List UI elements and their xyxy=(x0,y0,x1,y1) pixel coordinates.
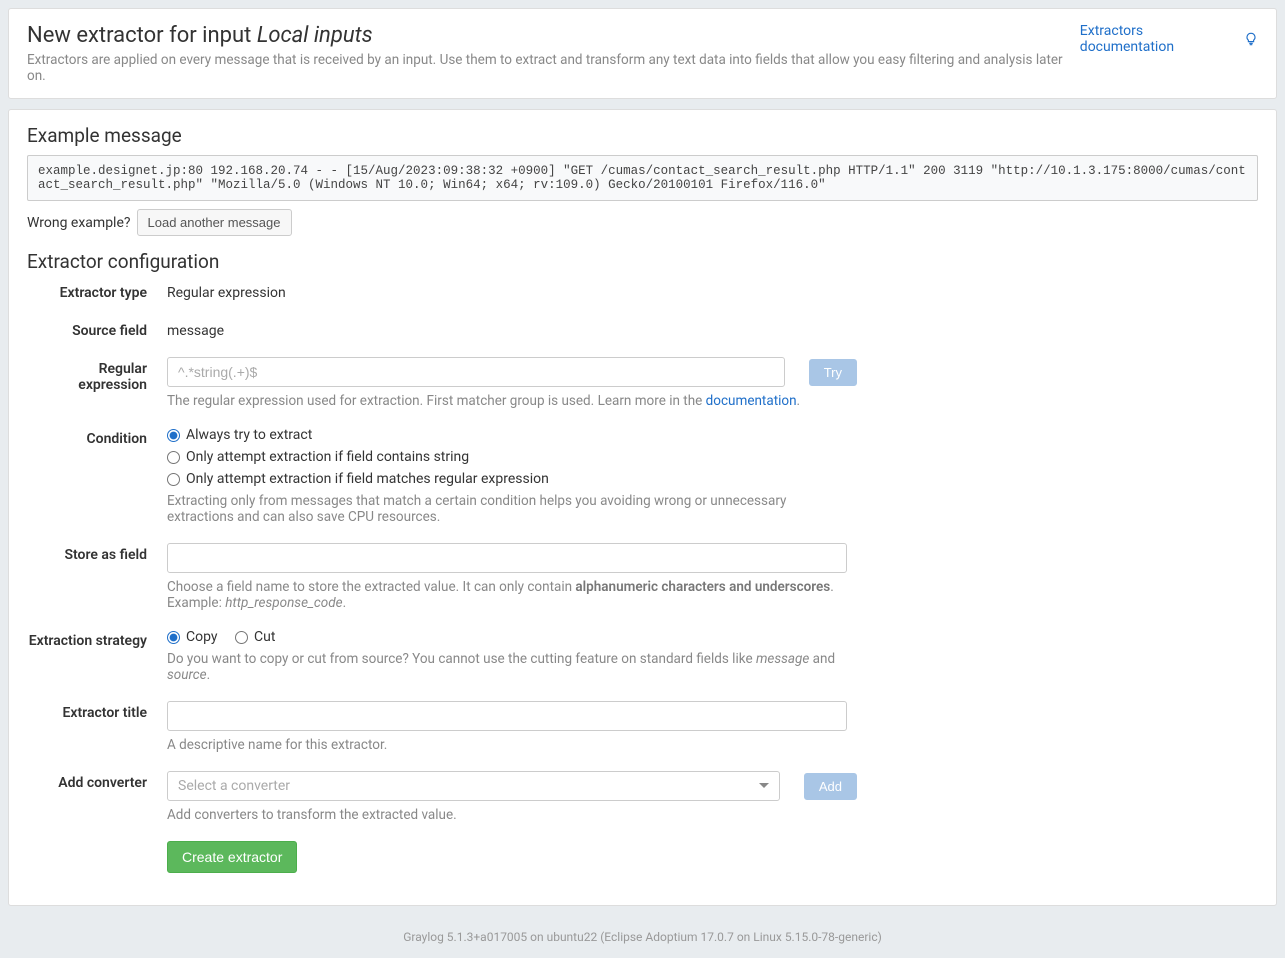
store-field-help: Choose a field name to store the extract… xyxy=(167,579,847,611)
condition-contains-radio[interactable]: Only attempt extraction if field contain… xyxy=(167,449,857,465)
extractor-type-value: Regular expression xyxy=(167,281,857,301)
condition-help: Extracting only from messages that match… xyxy=(167,493,847,525)
strategy-help: Do you want to copy or cut from source? … xyxy=(167,651,847,683)
page-subtext: Extractors are applied on every message … xyxy=(27,52,1080,84)
converter-select[interactable]: Select a converter xyxy=(167,771,780,801)
doc-link-label: Extractors documentation xyxy=(1080,23,1240,55)
create-extractor-button[interactable]: Create extractor xyxy=(167,841,297,873)
add-converter-button[interactable]: Add xyxy=(804,773,857,800)
source-field-label: Source field xyxy=(27,319,167,339)
title-input-name: Local inputs xyxy=(257,23,373,48)
regex-help: The regular expression used for extracti… xyxy=(167,393,847,409)
footer-version: Graylog 5.1.3+a017005 on ubuntu22 (Eclip… xyxy=(8,916,1277,950)
regex-input[interactable] xyxy=(167,357,785,387)
condition-label: Condition xyxy=(27,427,167,447)
wrong-example-label: Wrong example? xyxy=(27,215,131,231)
extractor-type-label: Extractor type xyxy=(27,281,167,301)
extractor-title-input[interactable] xyxy=(167,701,847,731)
regex-label: Regular expression xyxy=(27,357,167,393)
lightbulb-icon xyxy=(1244,32,1258,46)
condition-regex-radio[interactable]: Only attempt extraction if field matches… xyxy=(167,471,857,487)
condition-always-radio[interactable]: Always try to extract xyxy=(167,427,857,443)
example-message-box: example.designet.jp:80 192.168.20.74 - -… xyxy=(27,155,1258,201)
strategy-label: Extraction strategy xyxy=(27,629,167,649)
store-field-label: Store as field xyxy=(27,543,167,563)
strategy-cut-radio[interactable]: Cut xyxy=(235,629,275,645)
converter-label: Add converter xyxy=(27,771,167,791)
converter-select-placeholder: Select a converter xyxy=(167,771,780,801)
source-field-value: message xyxy=(167,319,857,339)
extractors-documentation-link[interactable]: Extractors documentation xyxy=(1080,23,1258,55)
extractor-title-help: A descriptive name for this extractor. xyxy=(167,737,847,753)
header-panel: New extractor for input Local inputs Ext… xyxy=(8,8,1277,99)
config-heading: Extractor configuration xyxy=(27,250,1258,273)
load-another-message-button[interactable]: Load another message xyxy=(137,209,292,236)
page-title: New extractor for input Local inputs xyxy=(27,23,1080,48)
regex-doc-link[interactable]: documentation xyxy=(706,393,797,409)
store-field-input[interactable] xyxy=(167,543,847,573)
main-panel: Example message example.designet.jp:80 1… xyxy=(8,109,1277,906)
extractor-title-label: Extractor title xyxy=(27,701,167,721)
example-heading: Example message xyxy=(27,124,1258,147)
strategy-copy-radio[interactable]: Copy xyxy=(167,629,218,645)
converter-help: Add converters to transform the extracte… xyxy=(167,807,847,823)
title-prefix: New extractor for input xyxy=(27,23,257,48)
try-button[interactable]: Try xyxy=(809,359,857,386)
